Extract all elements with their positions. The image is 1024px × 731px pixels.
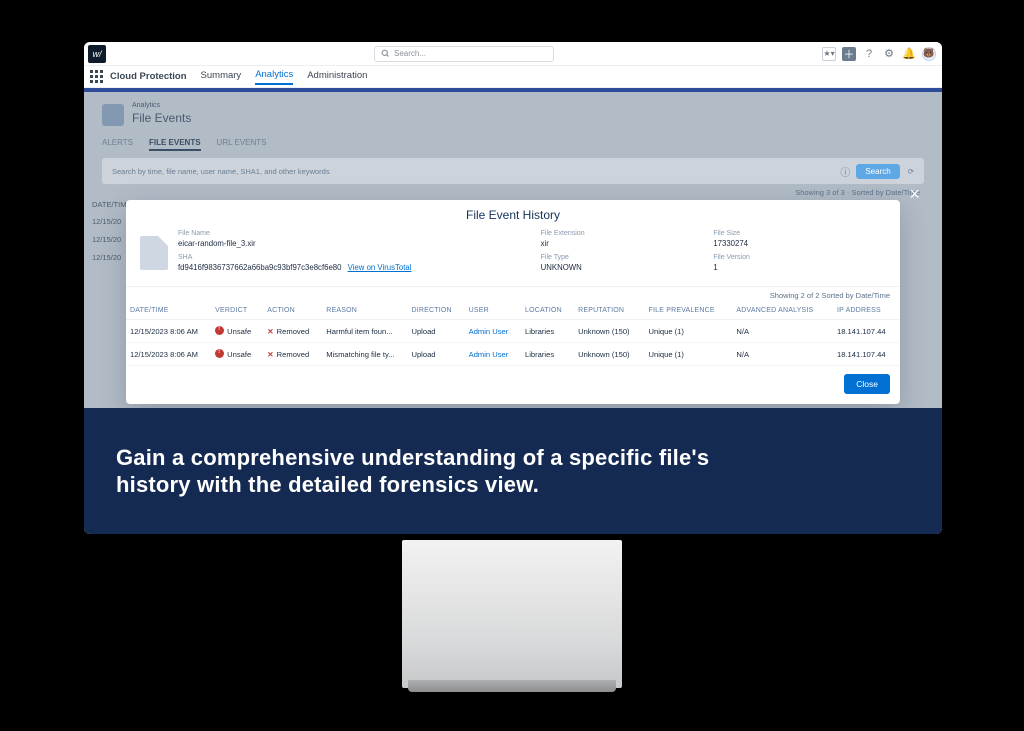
table-cell: Unique (1)	[644, 343, 732, 366]
table-cell: Upload	[407, 320, 464, 343]
table-cell: Unsafe	[211, 320, 263, 343]
filter-placeholder: Search by time, file name, user name, SH…	[112, 167, 330, 176]
refresh-icon[interactable]: ⟳	[908, 167, 914, 176]
table-row[interactable]: 12/15/2023 8:06 AMUnsafe✕RemovedHarmful …	[126, 320, 900, 343]
close-button[interactable]: Close	[844, 374, 890, 394]
table-row[interactable]: 12/15/2023 8:06 AMUnsafe✕RemovedMismatch…	[126, 343, 900, 366]
value-file-type: UNKNOWN	[541, 263, 714, 272]
page-title-small: Analytics	[132, 102, 191, 109]
search-placeholder: Search...	[394, 49, 426, 58]
subtab-url-events[interactable]: URL EVENTS	[217, 138, 267, 151]
app-launcher-icon[interactable]	[90, 70, 104, 84]
page-title: File Events	[132, 111, 191, 125]
page-header: Analytics File Events	[102, 102, 191, 127]
avatar[interactable]: 🐻	[922, 47, 936, 61]
table-header: IP ADDRESS	[833, 302, 900, 320]
table-cell: 18.141.107.44	[833, 320, 900, 343]
results-label: Showing 3 of 3 · Sorted by Date/Time	[795, 188, 920, 197]
label-file-size: File Size	[713, 230, 886, 237]
promo-text: Gain a comprehensive understanding of a …	[116, 444, 756, 499]
table-cell: N/A	[732, 343, 833, 366]
table-cell: Unsafe	[211, 343, 263, 366]
label-file-version: File Version	[713, 254, 886, 261]
help-icon[interactable]: ?	[862, 47, 876, 61]
tab-administration[interactable]: Administration	[307, 70, 367, 84]
bg-row-date: 12/15/20	[92, 253, 121, 262]
label-file-type: File Type	[541, 254, 714, 261]
link-virustotal[interactable]: View on VirusTotal	[348, 263, 412, 272]
table-cell: Harmful item foun...	[322, 320, 407, 343]
bg-row-date: 12/15/20	[92, 217, 121, 226]
table-cell: Admin User	[465, 343, 521, 366]
modal-results-counter: Showing 2 of 2 Sorted by Date/Time	[126, 287, 900, 302]
table-cell: N/A	[732, 320, 833, 343]
plus-icon[interactable]: ＋	[842, 47, 856, 61]
page-icon	[102, 104, 124, 126]
table-cell: 12/15/2023 8:06 AM	[126, 320, 211, 343]
app-name: Cloud Protection	[110, 71, 187, 82]
table-cell: ✕Removed	[263, 343, 322, 366]
table-cell: Mismatching file ty...	[322, 343, 407, 366]
tab-summary[interactable]: Summary	[201, 70, 242, 84]
label-file-name: File Name	[178, 230, 541, 237]
subtabs: ALERTS FILE EVENTS URL EVENTS	[102, 138, 266, 151]
table-header: REASON	[322, 302, 407, 320]
promo-banner: Gain a comprehensive understanding of a …	[84, 408, 942, 534]
value-file-name: eicar-random-file_3.xir	[178, 239, 541, 248]
table-header: VERDICT	[211, 302, 263, 320]
table-cell: Libraries	[521, 343, 574, 366]
value-file-version: 1	[713, 263, 886, 272]
table-header: ADVANCED ANALYSIS	[732, 302, 833, 320]
gear-icon[interactable]: ⚙	[882, 47, 896, 61]
label-file-extension: File Extension	[541, 230, 714, 237]
filter-bar: Search by time, file name, user name, SH…	[102, 158, 924, 184]
table-cell: 18.141.107.44	[833, 343, 900, 366]
modal-title: File Event History	[126, 200, 900, 226]
value-file-extension: xir	[541, 239, 714, 248]
nav-row: Cloud Protection Summary Analytics Admin…	[84, 66, 942, 88]
value-sha: fd9416f9836737662a66ba9c93bf97c3e8cf6e80	[178, 263, 341, 272]
table-cell: Upload	[407, 343, 464, 366]
close-icon[interactable]: ×	[909, 184, 920, 205]
subtab-alerts[interactable]: ALERTS	[102, 138, 133, 151]
table-cell: Libraries	[521, 320, 574, 343]
table-cell: 12/15/2023 8:06 AM	[126, 343, 211, 366]
global-search-input[interactable]: Search...	[374, 46, 554, 62]
star-icon[interactable]: ★▾	[822, 47, 836, 61]
table-cell: Admin User	[465, 320, 521, 343]
table-cell: ✕Removed	[263, 320, 322, 343]
table-header: LOCATION	[521, 302, 574, 320]
filter-search-button[interactable]: Search	[856, 164, 899, 179]
bg-row-date: 12/15/20	[92, 235, 121, 244]
table-header: ACTION	[263, 302, 322, 320]
brand-logo: w/	[88, 45, 106, 63]
info-icon[interactable]: ⓘ	[840, 164, 850, 179]
monitor-stand-base	[408, 680, 616, 692]
tab-analytics[interactable]: Analytics	[255, 69, 293, 85]
label-sha: SHA	[178, 254, 541, 261]
table-cell: Unknown (150)	[574, 320, 644, 343]
table-cell: Unknown (150)	[574, 343, 644, 366]
file-icon	[140, 236, 168, 270]
table-cell: Unique (1)	[644, 320, 732, 343]
table-header: DIRECTION	[407, 302, 464, 320]
table-header: USER	[465, 302, 521, 320]
file-event-history-modal: File Event History File Name eicar-rando…	[126, 200, 900, 404]
table-header: DATE/TIME	[126, 302, 211, 320]
subtab-file-events[interactable]: FILE EVENTS	[149, 138, 201, 151]
top-bar: w/ Search... ★▾ ＋ ? ⚙ 🔔 🐻	[84, 42, 942, 66]
monitor-screen: w/ Search... ★▾ ＋ ? ⚙ 🔔 🐻 Cloud Protecti…	[84, 42, 942, 534]
table-header: REPUTATION	[574, 302, 644, 320]
event-history-table: DATE/TIMEVERDICTACTIONREASONDIRECTIONUSE…	[126, 302, 900, 366]
value-file-size: 17330274	[713, 239, 886, 248]
table-header: FILE PREVALENCE	[644, 302, 732, 320]
monitor-stand	[402, 540, 622, 688]
bell-icon[interactable]: 🔔	[902, 47, 916, 61]
